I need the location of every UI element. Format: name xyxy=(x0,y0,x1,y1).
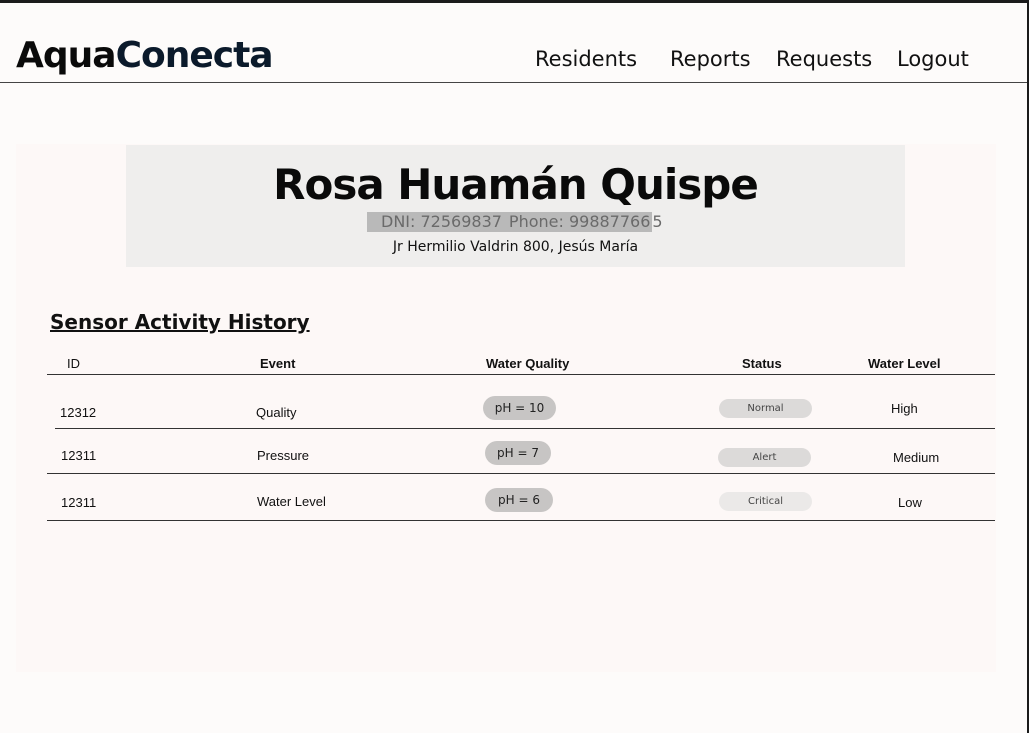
row-id: 12311 xyxy=(61,495,97,510)
col-header-water-level: Water Level xyxy=(868,356,941,371)
row-divider xyxy=(55,428,995,429)
resident-card: Rosa Huamán Quispe DNI: 72569837 Phone: 9… xyxy=(126,145,905,267)
col-header-water-quality: Water Quality xyxy=(486,356,570,371)
nav-logout[interactable]: Logout xyxy=(897,47,969,71)
row-id: 12311 xyxy=(61,448,97,463)
row-status-badge: Critical xyxy=(719,492,812,511)
row-event: Quality xyxy=(256,405,297,420)
main-nav: Residents Reports Requests Logout xyxy=(0,47,1027,77)
table-bottom-divider xyxy=(47,520,995,521)
top-header: AquaConecta Residents Reports Requests L… xyxy=(0,3,1027,83)
resident-name: Rosa Huamán Quispe xyxy=(273,160,759,209)
nav-requests[interactable]: Requests xyxy=(776,47,872,71)
nav-residents[interactable]: Residents xyxy=(535,47,637,71)
section-title: Sensor Activity History xyxy=(50,310,310,334)
row-water-level: High xyxy=(891,401,918,416)
col-header-event: Event xyxy=(260,356,296,371)
row-status-badge: Normal xyxy=(719,399,812,418)
row-water-level: Medium xyxy=(893,450,940,465)
resident-phone-suffix: 5 xyxy=(652,212,663,231)
col-header-status: Status xyxy=(742,356,782,371)
resident-address: Jr Hermilio Valdrin 800, Jesús María xyxy=(392,239,639,255)
row-event: Pressure xyxy=(257,448,310,463)
row-water-level: Low xyxy=(898,495,922,510)
row-water-quality-pill: pH = 7 xyxy=(485,441,551,465)
nav-reports[interactable]: Reports xyxy=(670,47,751,71)
row-divider xyxy=(47,473,995,474)
row-water-quality-pill: pH = 6 xyxy=(485,488,553,512)
row-water-quality-pill: pH = 10 xyxy=(483,396,556,420)
col-header-id: ID xyxy=(67,356,80,371)
row-status-badge: Alert xyxy=(718,448,811,467)
row-event: Water Level xyxy=(257,494,326,509)
resident-phone: Phone: 99887766 xyxy=(506,212,653,232)
resident-dni: DNI: 72569837 xyxy=(367,212,507,232)
row-id: 12312 xyxy=(60,405,97,420)
resident-ids: DNI: 72569837 Phone: 99887766 5 xyxy=(367,212,663,232)
header-divider xyxy=(47,374,995,375)
